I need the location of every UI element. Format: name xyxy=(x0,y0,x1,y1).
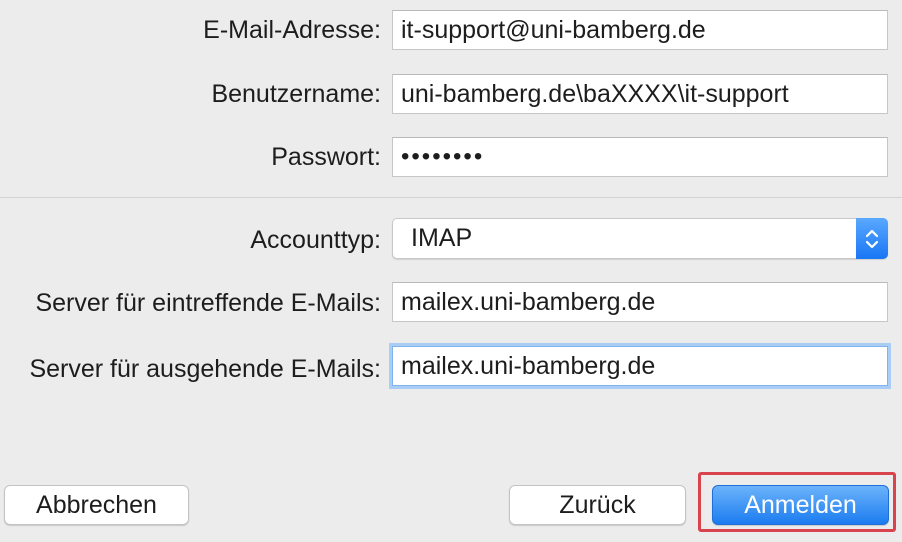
incoming-server-field[interactable]: mailex.uni-bamberg.de xyxy=(392,282,888,322)
outgoing-server-field[interactable]: mailex.uni-bamberg.de xyxy=(392,346,888,386)
highlight-frame xyxy=(698,472,896,532)
username-label: Benutzername: xyxy=(211,80,381,108)
account-type-select[interactable]: IMAP xyxy=(392,218,888,259)
account-type-label: Accounttyp: xyxy=(250,226,381,254)
password-label: Passwort: xyxy=(271,143,381,171)
outgoing-server-label: Server für ausgehende E-Mails: xyxy=(29,355,381,383)
username-field[interactable]: uni-bamberg.de\baXXXX\it-support xyxy=(392,74,888,114)
email-label: E-Mail-Adresse: xyxy=(203,16,381,44)
incoming-server-label: Server für eintreffende E-Mails: xyxy=(35,289,381,317)
cancel-button[interactable]: Abbrechen xyxy=(4,485,189,525)
up-down-chevron-icon[interactable] xyxy=(856,218,888,259)
section-divider xyxy=(0,197,902,198)
account-type-value: IMAP xyxy=(411,224,473,252)
back-button[interactable]: Zurück xyxy=(509,485,686,525)
email-field[interactable]: it-support@uni-bamberg.de xyxy=(392,10,888,50)
password-field[interactable]: •••••••• xyxy=(392,137,888,177)
